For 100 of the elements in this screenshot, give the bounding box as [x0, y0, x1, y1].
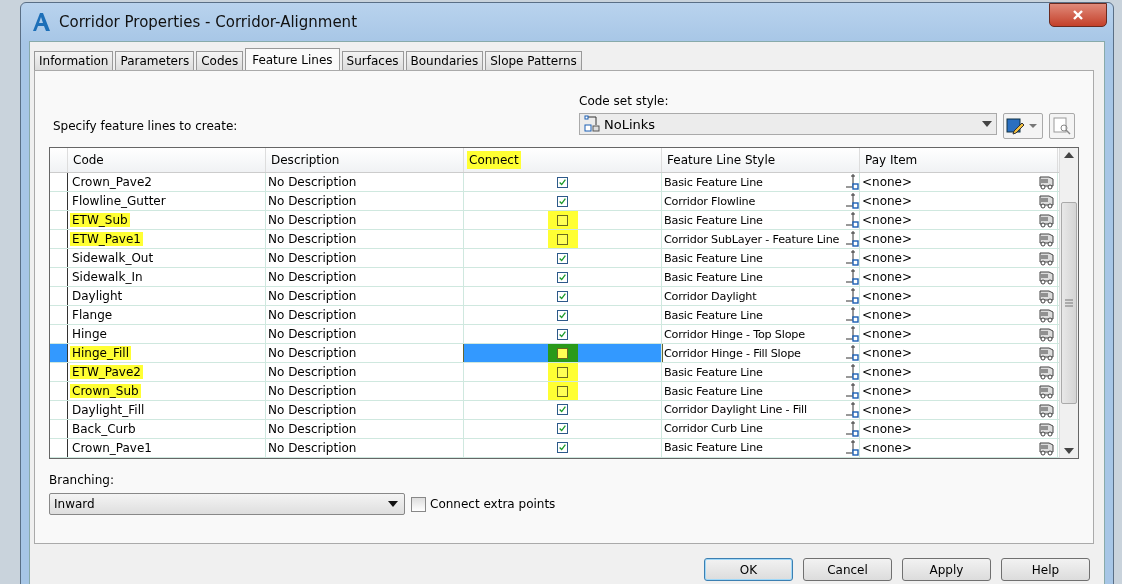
connect-checkbox[interactable] — [557, 290, 568, 302]
edit-style-button[interactable] — [1003, 113, 1043, 139]
connect-checkbox[interactable] — [557, 309, 568, 321]
table-cell: Basic Feature Line — [664, 213, 763, 227]
preview-button[interactable] — [1049, 113, 1075, 139]
table-cell: Corridor Curb Line — [664, 422, 763, 436]
table-cell: Basic Feature Line — [664, 384, 763, 398]
feature-line-icon[interactable] — [845, 419, 859, 438]
tab[interactable]: Information — [34, 51, 114, 70]
truck-icon[interactable] — [1039, 307, 1055, 324]
code-set-style-dropdown[interactable]: NoLinks — [579, 113, 997, 135]
feature-line-icon[interactable] — [845, 173, 859, 192]
feature-line-icon[interactable] — [845, 325, 859, 344]
tab[interactable]: Parameters — [115, 51, 195, 70]
feature-line-icon[interactable] — [845, 230, 859, 249]
close-icon — [1072, 9, 1084, 21]
feature-line-icon[interactable] — [845, 249, 859, 268]
truck-icon[interactable] — [1039, 383, 1055, 399]
table-cell: Basic Feature Line — [664, 270, 763, 284]
checkbox[interactable] — [411, 496, 426, 512]
feature-line-icon[interactable] — [845, 382, 859, 400]
truck-icon[interactable] — [1039, 420, 1055, 437]
feature-line-icon[interactable] — [845, 306, 859, 325]
connect-checkbox[interactable] — [557, 385, 568, 397]
column-header[interactable]: Connect — [467, 151, 521, 170]
grip-icon[interactable] — [1065, 299, 1073, 307]
truck-icon[interactable] — [1039, 439, 1055, 456]
tab[interactable]: Feature Lines — [245, 48, 340, 70]
table-cell: Basic Feature Line — [664, 308, 763, 322]
connect-checkbox[interactable] — [557, 195, 568, 207]
table-cell: No Description — [266, 438, 464, 457]
preview-icon — [1052, 117, 1072, 135]
table-cell: Corridor Daylight Line - Fill — [664, 403, 807, 417]
table-cell-text: Daylight_Fill — [71, 402, 146, 417]
dialog-button[interactable]: Cancel — [803, 558, 892, 581]
tab[interactable]: Surfaces — [341, 51, 404, 70]
column-header[interactable]: Feature Line Style — [665, 151, 778, 170]
connect-checkbox[interactable] — [557, 347, 568, 359]
feature-line-icon[interactable] — [845, 287, 859, 306]
table-cell: Basic Feature Line — [664, 441, 763, 455]
table-cell: Corridor Daylight — [664, 289, 757, 303]
feature-line-icon[interactable] — [845, 344, 859, 363]
connect-checkbox[interactable] — [557, 328, 568, 340]
feature-line-icon[interactable] — [845, 268, 859, 287]
dialog-button[interactable]: OK — [704, 558, 793, 581]
table-cell-text: Daylight — [71, 289, 124, 304]
table-cell: No Description — [266, 325, 464, 344]
truck-icon[interactable] — [1039, 364, 1055, 381]
table-cell: No Description — [266, 192, 464, 211]
connect-checkbox[interactable] — [557, 214, 568, 226]
scroll-down-icon[interactable] — [1064, 448, 1074, 454]
code-set-icon — [584, 115, 600, 133]
dialog-button[interactable]: Apply — [902, 558, 991, 581]
feature-line-icon[interactable] — [845, 211, 859, 230]
truck-icon[interactable] — [1039, 288, 1055, 305]
truck-icon[interactable] — [1039, 345, 1055, 362]
table-cell-text: Crown_Pave2 — [71, 175, 153, 190]
connect-checkbox[interactable] — [557, 176, 568, 188]
column-header[interactable]: Description — [269, 151, 342, 170]
window-title: Corridor Properties - Corridor-Alignment — [59, 13, 357, 31]
row-marker[interactable] — [50, 344, 68, 363]
connect-checkbox[interactable] — [557, 404, 568, 416]
connect-checkbox[interactable] — [557, 271, 568, 283]
table-cell: Corridor SubLayer - Feature Line — [664, 232, 840, 246]
checkbox-label[interactable]: Connect extra points — [430, 497, 556, 511]
truck-icon[interactable] — [1039, 269, 1055, 286]
truck-icon[interactable] — [1039, 174, 1055, 191]
truck-icon[interactable] — [1039, 212, 1055, 229]
truck-icon[interactable] — [1039, 250, 1055, 267]
truck-icon[interactable] — [1039, 231, 1055, 248]
table-cell: No Description — [266, 287, 464, 306]
feature-line-icon[interactable] — [845, 192, 859, 211]
branching-dropdown[interactable]: Inward — [49, 493, 405, 515]
tab[interactable]: Slope Patterns — [485, 51, 582, 70]
truck-icon[interactable] — [1039, 401, 1055, 418]
feature-line-icon[interactable] — [845, 438, 859, 457]
table-cell: <none> — [862, 327, 913, 342]
table-cell: <none> — [862, 270, 913, 285]
connect-checkbox[interactable] — [557, 252, 568, 264]
connect-checkbox[interactable] — [557, 233, 568, 245]
truck-icon[interactable] — [1039, 193, 1055, 210]
column-header[interactable]: Code — [71, 151, 106, 170]
close-button[interactable] — [1049, 3, 1107, 27]
column-header[interactable]: Pay Item — [863, 151, 920, 170]
connect-checkbox[interactable] — [557, 423, 568, 435]
dropdown-arrow-icon — [388, 501, 398, 507]
feature-line-icon[interactable] — [845, 363, 859, 381]
connect-checkbox[interactable] — [557, 442, 568, 454]
scroll-up-icon[interactable] — [1064, 152, 1074, 158]
feature-line-icon[interactable] — [845, 401, 859, 419]
connect-checkbox[interactable] — [557, 366, 568, 378]
tab[interactable]: Boundaries — [405, 51, 484, 70]
table-cell: <none> — [862, 421, 913, 436]
table-cell-text: Back_Curb — [71, 421, 137, 436]
tab[interactable]: Codes — [196, 51, 244, 70]
table-cell: <none> — [862, 440, 913, 455]
table-cell: <none> — [862, 346, 913, 361]
scrollbar[interactable] — [1059, 148, 1078, 458]
truck-icon[interactable] — [1039, 326, 1055, 343]
dialog-button[interactable]: Help — [1001, 558, 1090, 581]
